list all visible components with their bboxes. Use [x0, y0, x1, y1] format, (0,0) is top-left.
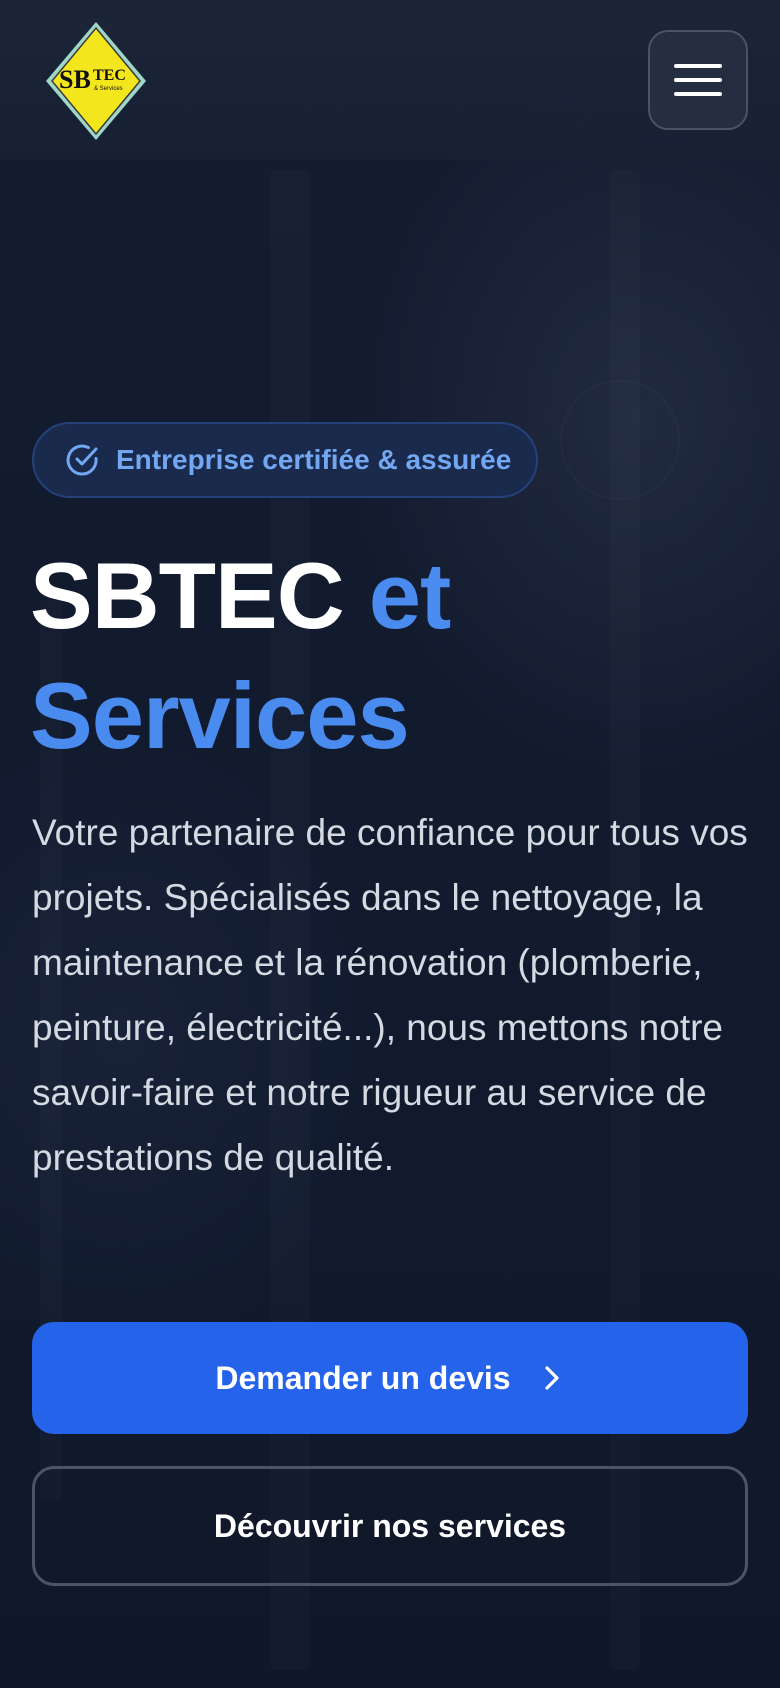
logo-text-main: SB — [59, 65, 91, 94]
chevron-right-icon — [539, 1365, 565, 1391]
title-part-blue-1: et — [368, 543, 452, 648]
certification-badge: Entreprise certifiée & assurée — [32, 422, 538, 498]
site-header: SB TEC & Services — [0, 0, 780, 160]
discover-services-button[interactable]: Découvrir nos services — [32, 1466, 748, 1586]
request-quote-label: Demander un devis — [215, 1359, 511, 1396]
hero-description: Votre partenaire de confiance pour tous … — [32, 812, 748, 1178]
menu-button[interactable] — [648, 30, 748, 130]
logo-text-small: & Services — [94, 86, 123, 92]
page-title: SBTEC et Services — [30, 536, 750, 776]
title-part-white: SBTEC — [30, 543, 345, 648]
company-logo[interactable]: SB TEC & Services — [44, 20, 148, 142]
discover-services-label: Découvrir nos services — [213, 1507, 567, 1544]
logo-text-accent: TEC — [93, 67, 126, 84]
badge-label: Entreprise certifiée & assurée — [116, 444, 512, 475]
hero-page: SB TEC & Services Entreprise certifiée &… — [0, 0, 780, 1688]
hamburger-menu-icon — [674, 64, 722, 68]
logo-diamond-icon: SB TEC & Services — [46, 22, 146, 140]
title-part-blue-2: Services — [30, 663, 410, 768]
check-circle-icon — [66, 443, 100, 477]
request-quote-button[interactable]: Demander un devis — [32, 1322, 748, 1434]
